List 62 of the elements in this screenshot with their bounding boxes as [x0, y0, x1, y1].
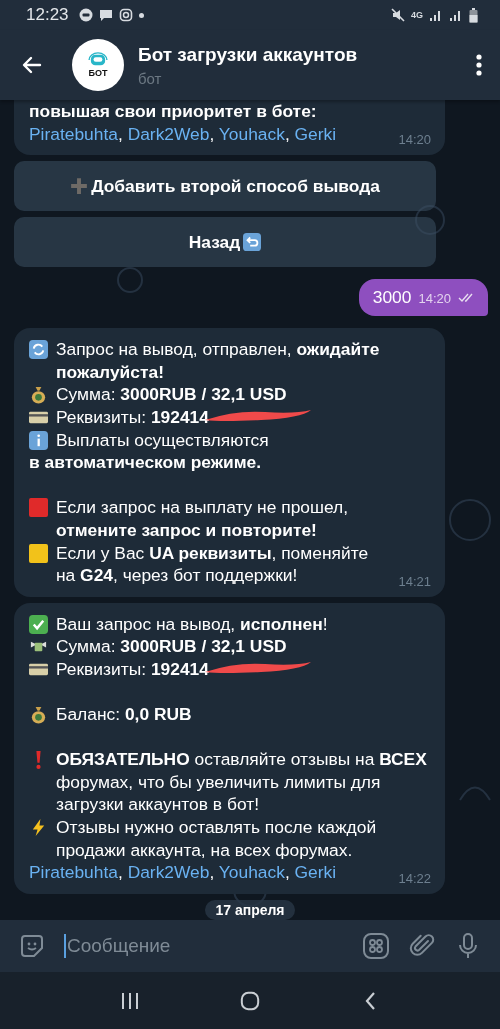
- sticker-icon[interactable]: [18, 932, 46, 960]
- message-input[interactable]: Сообщение: [64, 934, 344, 958]
- forum-link[interactable]: Dark2Web: [127, 862, 210, 883]
- forum-link[interactable]: Gerki: [294, 862, 337, 883]
- stop-square-icon: [29, 498, 48, 518]
- message-text: Выплаты осуществляются: [56, 428, 269, 452]
- message-text: Отзывы нужно оставлять после каждой продажи аккаунта, на всех форумах.: [56, 816, 378, 862]
- message-text: Реквизиты: 192414: [56, 405, 209, 429]
- message-text: Если у Вас UA реквизиты, поменяйте на G24, через бот поддержки!: [56, 541, 370, 587]
- signal-icon: [429, 9, 443, 21]
- robot-icon: [87, 52, 109, 68]
- check-mark-icon: [29, 614, 48, 634]
- signal-icon: [449, 9, 463, 21]
- money-bag-icon: [29, 385, 48, 405]
- forum-link[interactable]: Dark2Web: [127, 123, 210, 144]
- battery-icon: [469, 7, 478, 23]
- info-icon: [29, 430, 48, 450]
- network-label: 4G: [411, 10, 423, 20]
- bot-menu-icon[interactable]: [362, 932, 390, 960]
- bot-keyboard-button[interactable]: Добавить второй способ вывода: [14, 161, 436, 212]
- message-time: 14:20: [418, 291, 451, 307]
- forum-list: Piratebuhta, Dark2Web, Youhack, Gerki: [29, 123, 337, 144]
- exclamation-icon: [35, 750, 42, 770]
- app-notification-icon: [78, 8, 93, 22]
- forum-link[interactable]: Piratebuhta: [29, 123, 118, 144]
- clock-time: 12:23: [26, 5, 69, 25]
- message-text: в автоматическом режиме.: [29, 452, 262, 473]
- dot-icon: [138, 12, 144, 18]
- message-time: 14:22: [397, 870, 431, 887]
- message-text: 3000: [372, 287, 412, 309]
- message-text: Если запрос на выплату не прошел, отмените запрос и повторите!: [56, 496, 349, 542]
- message-text: Запрос на вывод, отправлен, ожидайте пожалуйста!: [56, 338, 381, 384]
- more-icon: [476, 53, 482, 77]
- message-text: ОБЯЗАТЕЛЬНО оставляйте отзывы на ВСЕХ форумах, что бы увеличить лимиты для загрузки аккаунтов в бот!: [56, 748, 428, 817]
- message-text: повышая свои приоритет в боте:: [29, 101, 317, 121]
- message-composer-bar[interactable]: Сообщение: [0, 920, 500, 972]
- camera-notification-icon: [118, 8, 133, 22]
- message-text: Ваш запрос на вывод, исполнен!: [56, 612, 328, 636]
- message-time: 14:21: [397, 573, 431, 590]
- message-time: 14:20: [397, 132, 431, 149]
- message-text: Баланс: 0,0 RUB: [56, 703, 192, 726]
- bot-keyboard-button[interactable]: Назад: [14, 217, 436, 268]
- chat-notification-icon: [98, 8, 113, 22]
- recent-apps-icon[interactable]: [120, 990, 140, 1011]
- forum-link[interactable]: Piratebuhta: [29, 862, 118, 883]
- forum-link[interactable]: Youhack: [218, 862, 285, 883]
- message-text: Реквизиты: 192414: [56, 657, 209, 681]
- warning-square-icon: [29, 543, 48, 563]
- forum-link[interactable]: Gerki: [294, 123, 337, 144]
- mute-icon: [391, 8, 405, 22]
- date-badge: 17 апреля: [205, 899, 295, 920]
- forum-list: Piratebuhta, Dark2Web, Youhack, Gerki: [29, 862, 337, 883]
- message-text: Сумма: 3000RUB / 32,1 USD: [56, 635, 287, 658]
- refresh-icon: [29, 340, 48, 360]
- home-icon[interactable]: [240, 990, 260, 1011]
- money-bag-icon: [29, 705, 48, 725]
- plus-icon: [70, 177, 89, 196]
- forum-link[interactable]: Youhack: [218, 123, 285, 144]
- chat-title: Бот загрузки аккаунтов: [138, 43, 359, 66]
- bot-avatar[interactable]: БОТ: [72, 39, 124, 91]
- message-text: Сумма: 3000RUB / 32,1 USD: [56, 383, 287, 406]
- chat-subtitle: бот: [138, 69, 163, 87]
